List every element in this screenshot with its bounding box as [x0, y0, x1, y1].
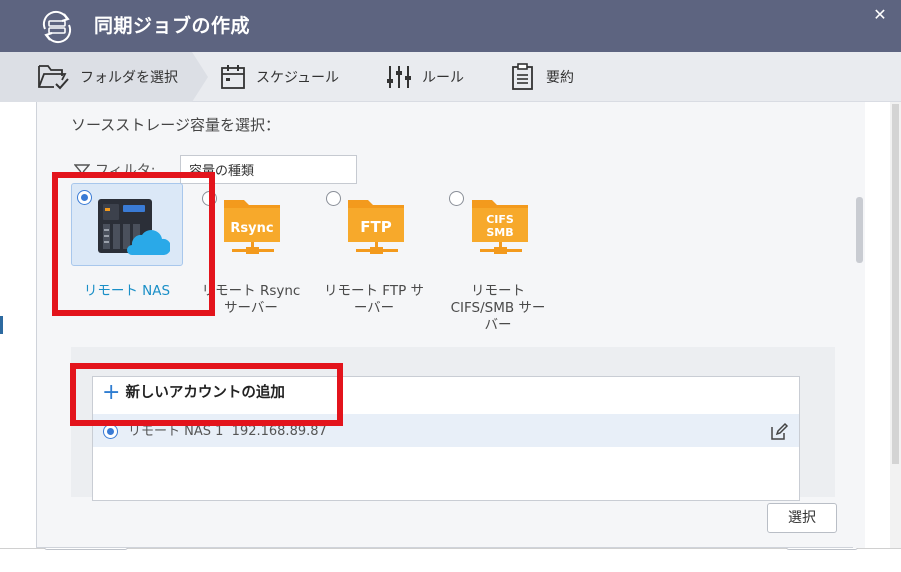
background-accent-line [0, 316, 3, 334]
remote-ftp-label-line2: ーバー [353, 300, 395, 316]
step-label: スケジュール [256, 70, 340, 86]
folder-check-icon [38, 65, 69, 90]
select-button[interactable]: 選択 [767, 503, 837, 533]
wizard-step-bar: フォルダを選択 スケジュール ルール 要約 [0, 52, 901, 102]
remote-nas-radio[interactable] [77, 190, 92, 205]
account-label: リモート NAS 1 192.168.89.87 [128, 423, 327, 440]
step-label: 要約 [546, 70, 574, 86]
remote-nas-label: リモート NAS [83, 283, 171, 299]
filter-input[interactable] [180, 155, 357, 184]
ftp-icon-text: FTP [360, 218, 391, 236]
filter-label: フィルタ: [74, 162, 155, 180]
step-rules[interactable]: ルール [386, 52, 464, 102]
smb-icon-text: SMB [486, 226, 513, 239]
remote-cifs-smb-label-line2: CIFS/SMB サー [450, 300, 546, 316]
filter-icon [74, 164, 90, 179]
sliders-icon [387, 66, 411, 88]
background-window [0, 102, 36, 572]
plus-icon: + [102, 380, 121, 405]
step-label: ルール [422, 70, 464, 86]
panel-scrollbar-thumb[interactable] [856, 197, 863, 263]
remote-rsync-label: リモート Rsync サーバー [195, 283, 307, 317]
rsync-icon-text: Rsync [230, 221, 273, 236]
remote-rsync-label-line2: サーバー [224, 300, 278, 316]
remote-ftp-label-line1: リモート FTP サ [324, 283, 424, 299]
cifs-icon-text: CIFS [486, 213, 514, 226]
remote-cifs-smb-label: リモート CIFS/SMB サー バー [441, 283, 555, 334]
step-label: フォルダを選択 [80, 70, 178, 86]
account-radio[interactable] [103, 424, 118, 439]
account-ip: 192.168.89.87 [231, 424, 327, 439]
remote-cifs-smb-label-line1: リモート [471, 283, 525, 299]
remote-cifs-smb-radio[interactable] [449, 191, 464, 206]
step-select-folder[interactable]: フォルダを選択 [36, 52, 178, 102]
clipboard-icon [512, 63, 533, 90]
remote-cifs-smb-label-line3: バー [484, 317, 512, 333]
edit-icon[interactable] [769, 422, 789, 442]
background-footer [0, 548, 901, 572]
remote-rsync-radio[interactable] [202, 191, 217, 206]
step-schedule[interactable]: スケジュール [220, 52, 339, 102]
remote-rsync-label-line1: リモート Rsync [201, 283, 301, 299]
source-heading: ソースストレージ容量を選択： [71, 116, 280, 134]
window-title: 同期ジョブの作成 [94, 15, 251, 37]
calendar-icon [221, 65, 245, 89]
remote-ftp-label: リモート FTP サ ーバー [318, 283, 430, 317]
rsync-folder-icon: Rsync [224, 200, 280, 254]
cifs-smb-folder-icon: CIFS SMB [472, 200, 528, 254]
sync-job-icon [42, 10, 72, 44]
step-summary[interactable]: 要約 [510, 52, 574, 102]
close-button[interactable]: ✕ [870, 5, 890, 25]
ftp-folder-icon: FTP [348, 200, 404, 254]
title-bar: 同期ジョブの作成 ✕ [0, 0, 901, 52]
filter-label-text: フィルタ: [95, 163, 156, 179]
panel-scrollbar[interactable] [853, 102, 865, 548]
outer-scrollbar-thumb[interactable] [892, 104, 899, 464]
add-account-button[interactable]: + 新しいアカウントの追加 [102, 380, 285, 405]
nas-cloud-icon [98, 199, 170, 255]
add-account-label: 新しいアカウントの追加 [125, 385, 285, 401]
account-name: リモート NAS 1 [128, 424, 224, 439]
remote-ftp-radio[interactable] [326, 191, 341, 206]
